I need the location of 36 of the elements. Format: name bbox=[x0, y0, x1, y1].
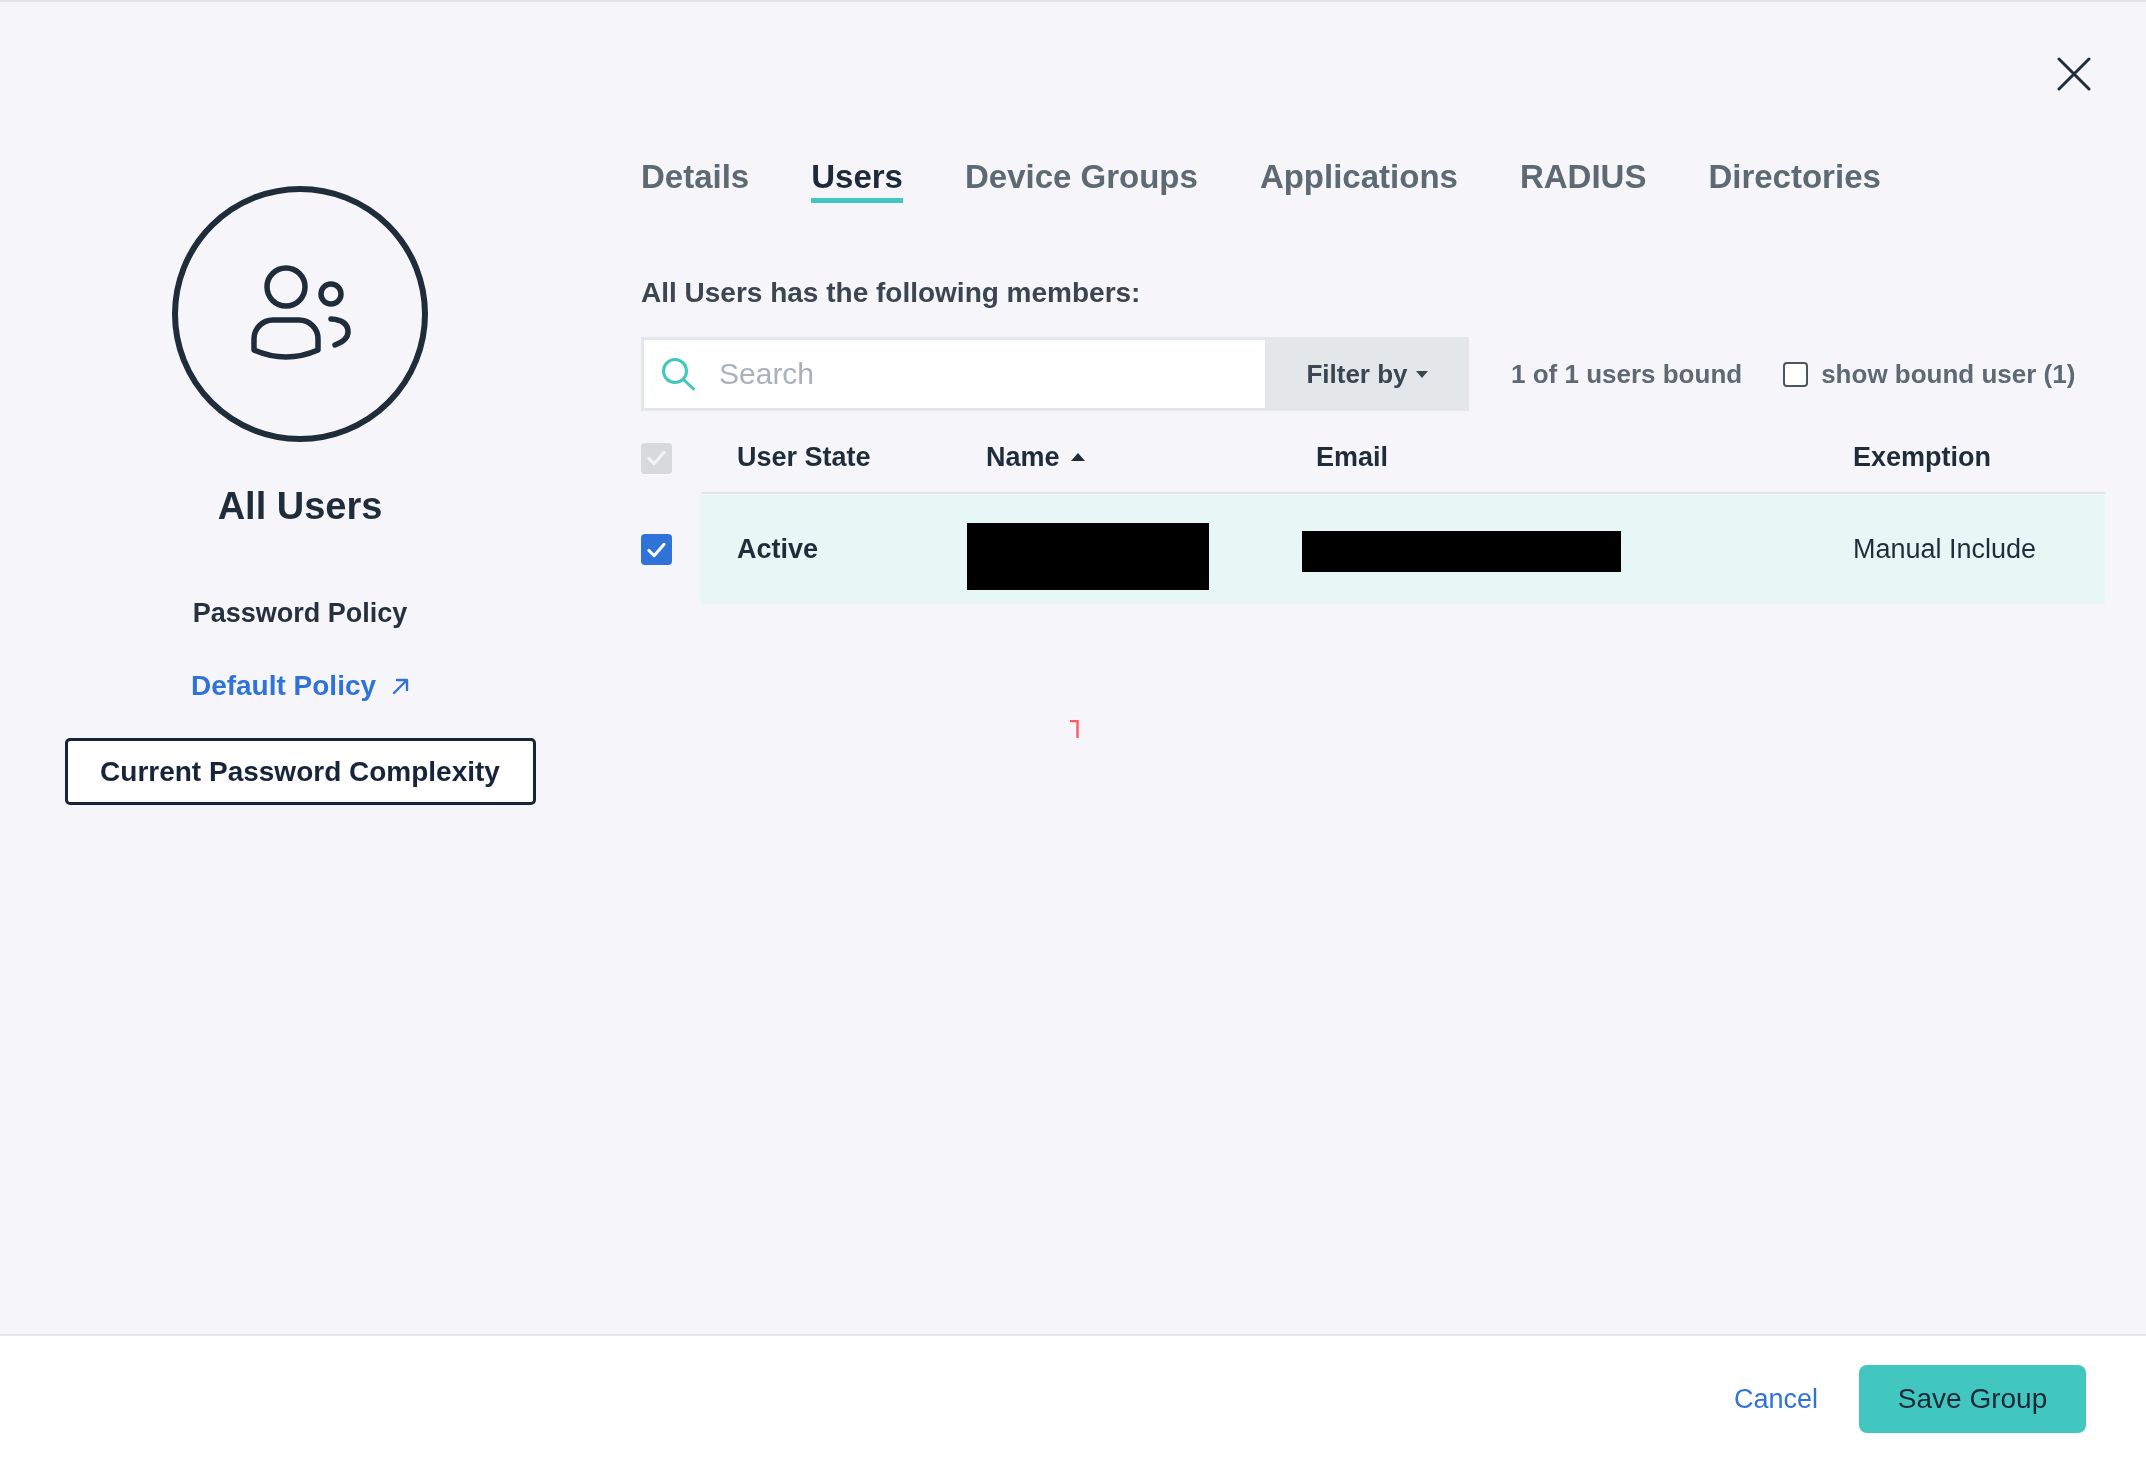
search-input[interactable]: Search bbox=[717, 356, 1265, 392]
tab[interactable]: Details bbox=[641, 157, 750, 203]
tab[interactable]: RADIUS bbox=[1519, 157, 1647, 203]
save-group-button[interactable]: Save Group bbox=[1859, 1365, 2086, 1433]
password-complexity-button[interactable]: Current Password Complexity bbox=[64, 738, 536, 805]
tab[interactable]: Directories bbox=[1708, 157, 1881, 203]
check-icon bbox=[647, 541, 666, 558]
members-heading: All Users has the following members: bbox=[641, 277, 1141, 309]
show-bound-label[interactable]: show bound user (1) bbox=[1821, 358, 2076, 390]
column-header[interactable]: User State bbox=[737, 441, 871, 473]
exemption-cell: Manual Include bbox=[1853, 534, 2037, 565]
close-icon bbox=[2057, 57, 2091, 91]
arrow-up-right-icon bbox=[392, 677, 410, 695]
users-group-icon bbox=[172, 186, 428, 442]
user-state-cell: Active bbox=[737, 534, 819, 565]
table-row[interactable]: Active Manual Include bbox=[701, 495, 2105, 604]
column-header[interactable]: Name bbox=[986, 441, 1085, 473]
close-button[interactable] bbox=[2057, 57, 2091, 91]
tab[interactable]: Device Groups bbox=[964, 157, 1198, 203]
bracket-mark-icon bbox=[1070, 720, 1079, 738]
search-field[interactable]: Search bbox=[641, 337, 1265, 411]
filter-dropdown[interactable]: Filter by bbox=[1265, 337, 1469, 411]
caret-down-icon bbox=[1415, 370, 1428, 378]
row-checkbox[interactable] bbox=[641, 534, 672, 565]
tab[interactable]: Users bbox=[811, 157, 903, 203]
check-icon bbox=[647, 450, 666, 466]
column-header[interactable]: Email bbox=[1316, 441, 1389, 473]
bound-count: 1 of 1 users bound bbox=[1511, 358, 1743, 390]
cancel-button[interactable]: Cancel bbox=[1733, 1383, 1818, 1415]
tab[interactable]: Applications bbox=[1259, 157, 1458, 203]
show-bound-checkbox[interactable] bbox=[1783, 361, 1809, 387]
column-header[interactable]: Exemption bbox=[1853, 441, 1992, 473]
group-name: All Users bbox=[217, 484, 383, 529]
password-policy-heading: Password Policy bbox=[192, 597, 408, 630]
search-icon bbox=[661, 357, 696, 391]
default-policy-link[interactable]: Default Policy bbox=[190, 669, 410, 703]
